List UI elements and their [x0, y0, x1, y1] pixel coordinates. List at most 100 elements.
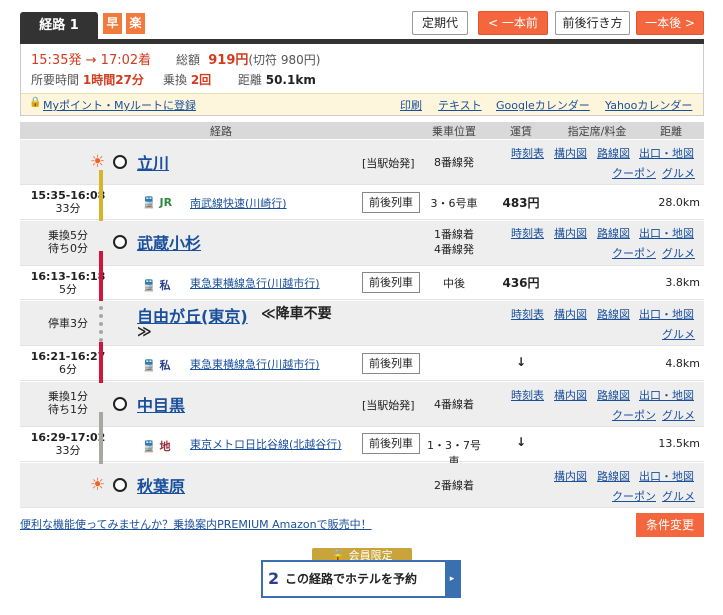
lock-icon: 🔒 [29, 97, 42, 108]
station-name-link[interactable]: 秋葉原 [137, 473, 185, 497]
subway-icon: 🚆 地 [142, 440, 171, 453]
coupon-link[interactable]: クーポン [612, 488, 656, 504]
transfer-time: 乗換5分 [48, 229, 88, 242]
nearby-trains-button[interactable]: 前後列車 [362, 192, 420, 213]
line-name-link[interactable]: 東急東横線急行(川越市行) [190, 356, 320, 372]
chevron-right-icon: ▸ [445, 562, 459, 596]
hotel-number-icon: 2 [268, 569, 280, 588]
exit-map-link[interactable]: 出口・地図 [639, 468, 694, 484]
sun-icon: ☀ [90, 152, 106, 172]
leg-duration: 33分 [55, 202, 81, 215]
leg-time-range: 15:35-16:08 [30, 189, 106, 202]
gourmet-link[interactable]: グルメ [662, 326, 695, 342]
exit-map-link[interactable]: 出口・地図 [639, 145, 694, 161]
route-map-link[interactable]: 路線図 [597, 387, 630, 403]
col-distance: 距離 [660, 125, 682, 138]
station-map-link[interactable]: 構内図 [554, 225, 587, 241]
line-name-link[interactable]: 東京メトロ日比谷線(北越谷行) [190, 436, 342, 452]
yahoo-calendar-link[interactable]: Yahooカレンダー [605, 97, 692, 113]
station-map-link[interactable]: 構内図 [554, 387, 587, 403]
coupon-link[interactable]: クーポン [612, 407, 656, 423]
line-row: 15:35-16:08 33分 🚆 JR 南武線快速(川崎行) 前後列車 3・6号… [20, 186, 704, 220]
route-map-link[interactable]: 路線図 [597, 145, 630, 161]
route-tab[interactable]: 経路 1 [20, 12, 98, 40]
mypoint-register-link[interactable]: Myポイント・Myルートに登録 [43, 97, 196, 113]
book-hotel-button[interactable]: 2 この経路でホテルを予約 ▸ [261, 560, 461, 598]
route-line-tokyu [99, 251, 103, 301]
coupon-link[interactable]: クーポン [612, 165, 656, 181]
col-fare: 運賃 [510, 125, 532, 138]
station-map-link[interactable]: 構内図 [554, 306, 587, 322]
col-seat: 指定席/料金 [567, 125, 627, 138]
jr-label: JR [159, 196, 173, 209]
no-transfer-note: ≪降車不要 [261, 306, 332, 322]
timetable-link[interactable]: 時刻表 [511, 306, 544, 322]
print-link[interactable]: 印刷 [400, 97, 422, 113]
line-row: 16:21-16:27 6分 🚆 私 東急東横線急行(川越市行) 前後列車 ↓ 4… [20, 347, 704, 381]
arrow-icon: → [85, 53, 97, 68]
exit-map-link[interactable]: 出口・地図 [639, 387, 694, 403]
coupon-link[interactable]: クーポン [612, 245, 656, 261]
timetable-link[interactable]: 時刻表 [511, 145, 544, 161]
change-conditions-button[interactable]: 条件変更 [636, 513, 704, 537]
route-map-link[interactable]: 路線図 [597, 306, 630, 322]
line-row: 16:13-16:18 5分 🚆 私 東急東横線急行(川越市行) 前後列車 中後 … [20, 267, 704, 300]
timetable-link[interactable]: 時刻表 [511, 225, 544, 241]
sun-icon: ☀ [90, 475, 106, 495]
station-name-link[interactable]: 自由が丘(東京) [137, 303, 248, 327]
line-row: 16:29-17:02 33分 🚆 地 東京メトロ日比谷線(北越谷行) 前後列車 … [20, 428, 704, 468]
depart-suffix: 発 [68, 53, 82, 68]
commuter-pass-button[interactable]: 定期代 [412, 11, 468, 35]
premium-promo-link[interactable]: 便利な機能使ってみませんか？乗換案内PREMIUM Amazonで販売中！ [20, 516, 372, 532]
distance-label: 距離 [237, 73, 262, 87]
leg-duration: 6分 [59, 363, 77, 376]
leg-distance: 3.8km [665, 276, 700, 289]
transfer-count: 2回 [190, 73, 212, 87]
private-train-icon: 🚆 私 [142, 279, 171, 292]
station-name-link[interactable]: 中目黒 [137, 392, 185, 416]
nearby-trains-button[interactable]: 前後列車 [362, 433, 420, 454]
next-train-button[interactable]: 一本後 > [636, 11, 704, 35]
gourmet-link[interactable]: グルメ [662, 165, 695, 181]
col-position: 乗車位置 [432, 125, 476, 138]
station-name-link[interactable]: 立川 [137, 150, 169, 174]
summary-times: 15:35発 → 17:02着 総額 919円(切符 980円) [31, 49, 320, 68]
nearby-trains-button[interactable]: 前後列車 [362, 272, 420, 293]
gourmet-link[interactable]: グルメ [662, 488, 695, 504]
route-line-stop [99, 306, 103, 342]
route-map-link[interactable]: 路線図 [597, 225, 630, 241]
station-map-link[interactable]: 構内図 [554, 145, 587, 161]
text-link[interactable]: テキスト [438, 97, 482, 113]
google-calendar-link[interactable]: Googleカレンダー [496, 97, 590, 113]
station-map-link[interactable]: 構内図 [554, 468, 587, 484]
leg-time-range: 16:21-16:27 [30, 350, 106, 363]
arrive-suffix: 着 [138, 53, 152, 68]
station-row: 停車3分 自由が丘(東京) ≪降車不要 ≫ 時刻表 構内図 路線図 出口・地図 … [20, 301, 704, 346]
route-line-jr [99, 170, 103, 221]
total-fare: 919円 [208, 53, 249, 68]
summary-actions: 🔒 Myポイント・Myルートに登録 印刷 テキスト Googleカレンダー Ya… [21, 93, 703, 115]
gourmet-link[interactable]: グルメ [662, 407, 695, 423]
arrive-time: 17:02 [100, 53, 139, 68]
line-name-link[interactable]: 南武線快速(川崎行) [190, 195, 287, 211]
route-map-link[interactable]: 路線図 [597, 468, 630, 484]
station-row: 乗換5分 待ち0分 武蔵小杉 1番線着 4番線発 時刻表 構内図 路線図 出口・地… [20, 221, 704, 266]
station-name-link[interactable]: 武蔵小杉 [137, 230, 201, 254]
gourmet-link[interactable]: グルメ [662, 245, 695, 261]
table-header: 経路 乗車位置 運賃 指定席/料金 距離 [20, 122, 704, 139]
exit-map-link[interactable]: 出口・地図 [639, 306, 694, 322]
station-dot-icon [113, 397, 127, 411]
line-name-link[interactable]: 東急東横線急行(川越市行) [190, 275, 320, 291]
private-label: 私 [159, 359, 171, 372]
same-fare-arrow-icon: ↓ [515, 435, 527, 449]
easy-badge: 楽 [126, 13, 145, 34]
leg-duration: 33分 [55, 444, 81, 457]
previous-train-button[interactable]: < 一本前 [478, 11, 548, 35]
nearby-trains-button[interactable]: 前後列車 [362, 353, 420, 374]
exit-map-link[interactable]: 出口・地図 [639, 225, 694, 241]
around-route-button[interactable]: 前後行き方 [555, 11, 630, 35]
leg-time-range: 16:13-16:18 [30, 270, 106, 283]
leg-distance: 4.8km [665, 357, 700, 370]
timetable-link[interactable]: 時刻表 [511, 387, 544, 403]
station-note: [当駅始発] [362, 399, 415, 412]
